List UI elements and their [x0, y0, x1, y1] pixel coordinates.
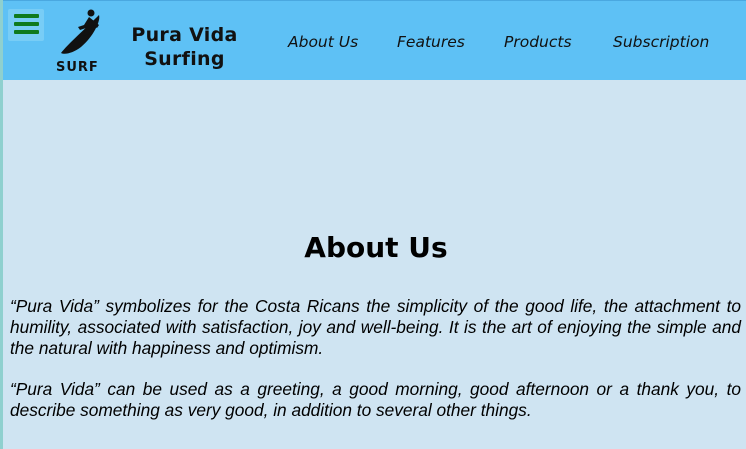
- nav-link-features[interactable]: Features: [397, 33, 465, 55]
- nav-link-about-us[interactable]: About Us: [288, 33, 358, 55]
- about-paragraph-2: “Pura Vida” can be used as a greeting, a…: [10, 379, 741, 420]
- nav-link-products[interactable]: Products: [504, 33, 572, 55]
- nav-link-subscription[interactable]: Subscription: [613, 33, 709, 55]
- menu-bar: [14, 14, 39, 18]
- logo-text: SURF: [56, 60, 99, 73]
- site-header: SURF Pura Vida Surfing About Us Features…: [3, 0, 746, 80]
- menu-bar: [14, 30, 39, 34]
- site-brand[interactable]: Pura Vida Surfing: [127, 23, 242, 71]
- menu-bar: [14, 22, 39, 26]
- surfer-logo-icon[interactable]: SURF: [53, 7, 109, 73]
- page: SURF Pura Vida Surfing About Us Features…: [0, 0, 746, 449]
- about-us-heading: About Us: [304, 231, 448, 264]
- about-paragraph-1: “Pura Vida” symbolizes for the Costa Ric…: [10, 296, 741, 358]
- brand-line-1: Pura Vida: [131, 24, 238, 46]
- hamburger-menu-icon[interactable]: [8, 9, 44, 41]
- brand-line-2: Surfing: [144, 48, 225, 70]
